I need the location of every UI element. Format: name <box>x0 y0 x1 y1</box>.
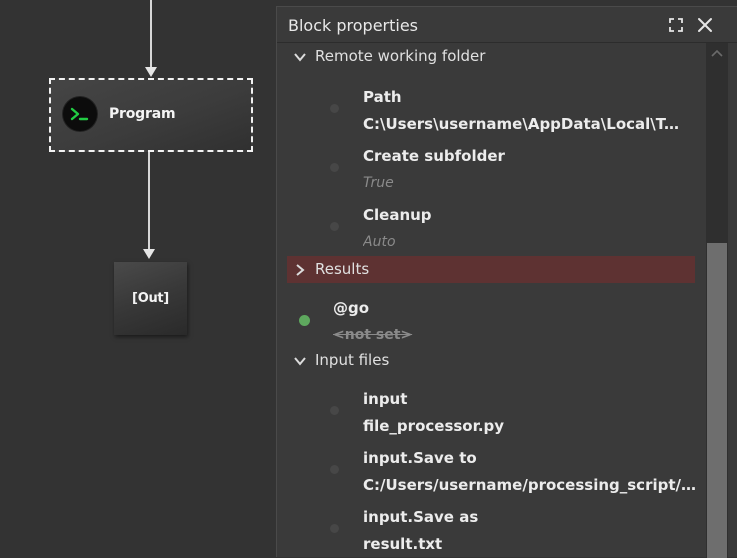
group-results[interactable]: Results <box>287 256 695 283</box>
property-row-cleanup[interactable]: Cleanup Auto <box>277 198 697 257</box>
status-dot <box>330 222 339 231</box>
property-value[interactable]: Auto <box>363 234 683 250</box>
close-icon <box>698 18 712 32</box>
properties-list[interactable]: Remote working folder Path C:\Users\user… <box>277 43 707 558</box>
connector-in-arrow <box>145 67 157 77</box>
scrollbar-thumb[interactable] <box>707 243 727 558</box>
property-name: input <box>363 390 408 408</box>
out-block-label: [Out] <box>132 291 169 306</box>
connector-out-arrow <box>143 249 155 259</box>
maximize-icon <box>669 18 683 32</box>
group-label: Remote working folder <box>315 47 486 65</box>
property-value[interactable]: C:/Users/username/processing_script/re..… <box>363 476 697 494</box>
flow-canvas[interactable]: Program [Out] <box>0 0 276 557</box>
connector-out <box>148 152 150 250</box>
out-block[interactable]: [Out] <box>114 262 187 335</box>
chevron-up-icon <box>711 49 723 57</box>
close-button[interactable] <box>694 14 716 36</box>
group-remote-working-folder[interactable]: Remote working folder <box>287 43 695 70</box>
property-row-go[interactable]: @go <not set> <box>277 291 697 350</box>
property-value[interactable]: <not set> <box>333 327 673 343</box>
group-label: Results <box>315 260 370 278</box>
scroll-up-button[interactable] <box>706 43 728 63</box>
terminal-icon <box>63 97 97 131</box>
program-block[interactable]: Program <box>49 78 253 152</box>
property-name: Path <box>363 88 402 106</box>
property-value[interactable]: True <box>363 175 683 191</box>
status-dot-active <box>299 315 310 326</box>
connector-in <box>150 0 152 68</box>
property-row-input[interactable]: input file_processor.py <box>277 382 697 441</box>
group-label: Input files <box>315 351 390 369</box>
status-dot <box>330 163 339 172</box>
panel-header: Block properties <box>277 7 737 43</box>
status-dot <box>330 104 339 113</box>
property-value[interactable]: result.txt <box>363 535 683 553</box>
property-row-create-subfolder[interactable]: Create subfolder True <box>277 139 697 198</box>
panel-title: Block properties <box>288 16 419 35</box>
property-row-input-save-to[interactable]: input.Save to C:/Users/username/processi… <box>277 441 697 500</box>
status-dot <box>330 524 339 533</box>
group-input-files[interactable]: Input files <box>287 347 695 374</box>
status-dot <box>330 406 339 415</box>
property-name: input.Save to <box>363 449 477 467</box>
property-value[interactable]: file_processor.py <box>363 417 683 435</box>
maximize-button[interactable] <box>665 14 687 36</box>
scrollbar[interactable] <box>706 43 728 558</box>
property-name: Cleanup <box>363 206 432 224</box>
property-name: @go <box>333 299 370 317</box>
program-block-label: Program <box>109 106 176 122</box>
chevron-right-icon <box>296 264 305 276</box>
chevron-down-icon <box>294 53 306 62</box>
property-row-path[interactable]: Path C:\Users\username\AppData\Local\Tem… <box>277 80 697 139</box>
chevron-down-icon <box>294 357 306 366</box>
property-value[interactable]: C:\Users\username\AppData\Local\Temp <box>363 115 683 133</box>
property-name: Create subfolder <box>363 147 505 165</box>
property-name: input.Save as <box>363 508 479 526</box>
status-dot <box>330 465 339 474</box>
property-row-input-save-as[interactable]: input.Save as result.txt <box>277 500 697 558</box>
block-properties-panel: Block properties Remote working folder P… <box>276 6 737 558</box>
